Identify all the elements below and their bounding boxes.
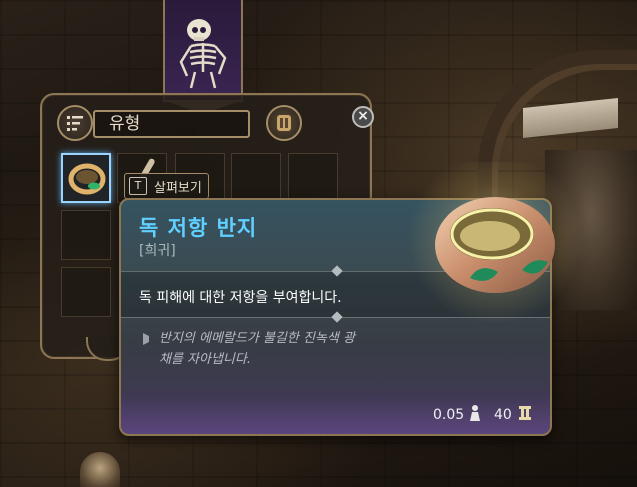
key-hint-t: T [129, 177, 147, 195]
game-scene: 유형 × T 살펴보기 독 저항 반지 [희귀] 독 피해에 대한 저항을 부여… [0, 0, 637, 487]
flavor-text-icon [143, 333, 149, 345]
item-flavor-text: 반지의 에메랄드가 불길한 진녹색 광 채를 자아냅니다. [159, 328, 459, 370]
inventory-slot[interactable] [231, 153, 281, 203]
filter-sort-icon [67, 116, 83, 131]
flavor-line-2: 채를 자아냅니다. [159, 352, 251, 367]
tooltip-footer [121, 390, 550, 434]
armor-equipment-icon [277, 115, 291, 131]
inventory-slot[interactable] [288, 153, 338, 203]
item-rarity: [희귀] [139, 243, 176, 259]
ring-item-large-icon [435, 197, 555, 293]
item-value: 40 [494, 407, 512, 423]
inventory-slot[interactable] [61, 210, 111, 260]
ring-item-icon [68, 163, 106, 195]
close-button[interactable]: × [352, 106, 374, 128]
skeleton-portrait-icon [179, 19, 227, 89]
item-weight: 0.05 [433, 407, 465, 423]
item-description: 독 피해에 대한 저항을 부여합니다. [139, 290, 342, 306]
type-filter-dropdown[interactable]: 유형 [93, 110, 250, 138]
character-portrait-tab[interactable] [163, 0, 243, 114]
inspect-label: 살펴보기 [154, 180, 202, 196]
item-name: 독 저항 반지 [139, 216, 258, 240]
filter-button[interactable] [57, 105, 93, 141]
weight-icon [470, 405, 480, 421]
close-x-icon: × [357, 108, 369, 124]
inventory-slot-selected[interactable] [61, 153, 111, 203]
inventory-slot[interactable] [61, 267, 111, 317]
type-filter-label: 유형 [109, 114, 141, 134]
gold-coin-icon [519, 406, 531, 420]
inspect-prompt[interactable]: T 살펴보기 [124, 173, 209, 199]
equipment-button[interactable] [266, 105, 302, 141]
character-head-partial [80, 452, 120, 487]
